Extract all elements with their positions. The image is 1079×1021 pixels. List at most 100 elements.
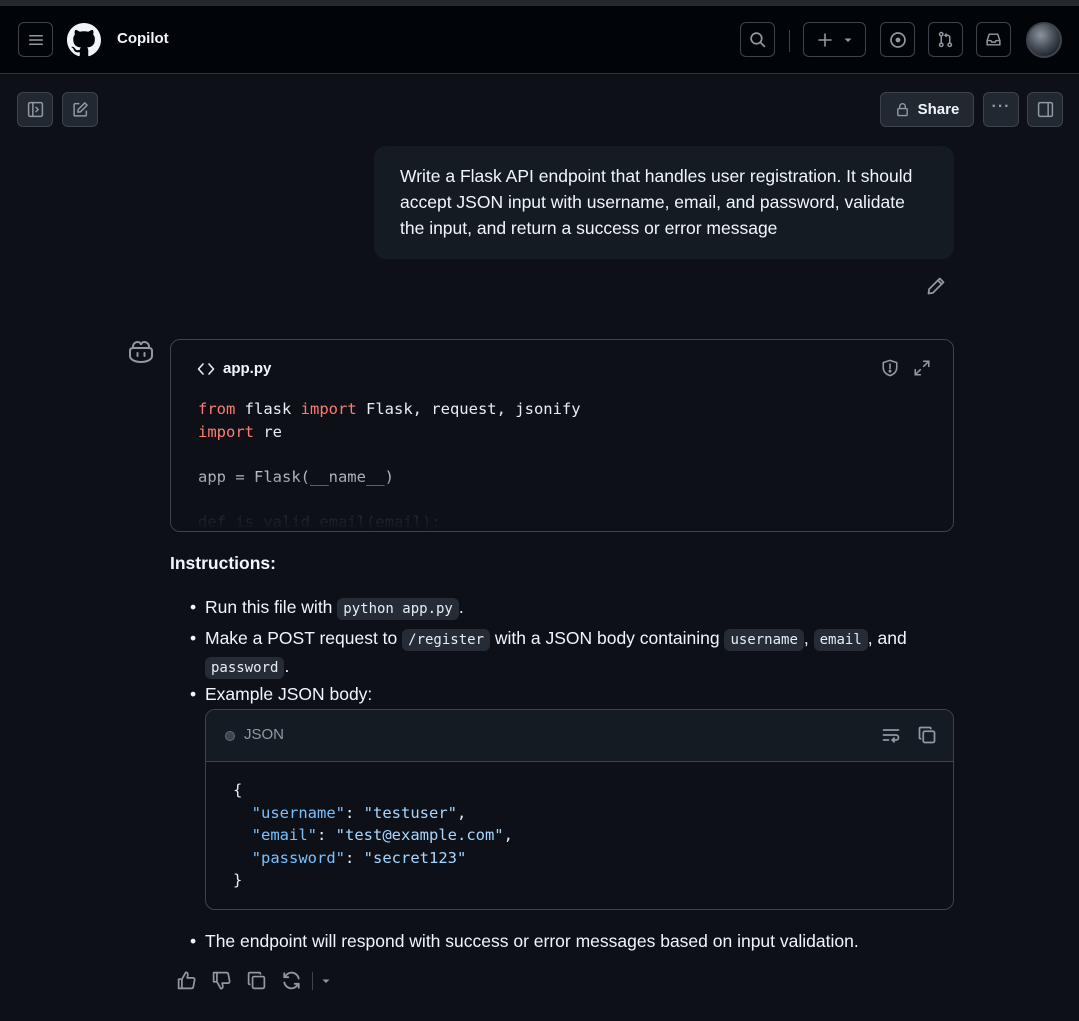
- action-divider: [312, 971, 313, 990]
- json-code-block: JSON { "username": "testuser", "email": …: [205, 709, 954, 910]
- expand-icon[interactable]: [913, 359, 931, 377]
- bullet-text: Run this file with: [205, 597, 338, 617]
- inline-code: python app.py: [337, 598, 459, 620]
- inline-code: email: [813, 629, 868, 651]
- kebab-icon: ···: [991, 97, 1011, 115]
- bullet-text: .: [458, 597, 464, 617]
- code-fade-overlay: [171, 461, 953, 531]
- search-button[interactable]: [740, 22, 775, 57]
- code-token: "email": [251, 826, 317, 844]
- menu-icon: [28, 34, 43, 45]
- code-token: "password": [251, 848, 345, 867]
- more-options-button[interactable]: ···: [983, 92, 1019, 127]
- inbox-icon: [986, 33, 1001, 46]
- file-card-header: app.py: [197, 360, 271, 377]
- chevron-down-icon[interactable]: [321, 976, 331, 986]
- bullet-text: The endpoint will respond with success o…: [205, 931, 859, 951]
- app-title[interactable]: Copilot: [117, 30, 169, 47]
- bullet-dot: •: [190, 931, 197, 951]
- code-block-actions: [881, 725, 937, 745]
- global-header: Copilot: [0, 6, 1079, 74]
- instructions-heading: Instructions:: [170, 553, 276, 573]
- create-new-button[interactable]: [803, 22, 866, 57]
- word-wrap-icon[interactable]: [881, 725, 901, 745]
- pull-requests-button[interactable]: [928, 22, 963, 57]
- code-line: "password": "secret123": [233, 847, 513, 870]
- regenerate-icon[interactable]: [281, 970, 302, 991]
- pull-request-icon: [938, 31, 953, 48]
- share-label: Share: [917, 101, 960, 118]
- code-token: "test@example.com": [335, 826, 504, 844]
- code-line: {: [233, 779, 513, 802]
- bullet-text: , and: [867, 628, 907, 648]
- inline-code: username: [724, 629, 804, 651]
- code-line: }: [233, 869, 513, 892]
- toggle-panel-button[interactable]: [1027, 92, 1063, 127]
- copilot-icon: [127, 340, 155, 369]
- sidebar-right-icon: [1037, 101, 1053, 118]
- code-token: "username": [251, 803, 345, 822]
- bullet-dot: •: [190, 628, 197, 648]
- code-token: {: [233, 781, 243, 799]
- code-token: import: [300, 400, 357, 418]
- thumbs-down-icon[interactable]: [211, 970, 232, 991]
- header-divider: [789, 30, 790, 52]
- bullet-text: .: [284, 656, 290, 676]
- github-logo[interactable]: [67, 23, 101, 62]
- inline-code: password: [205, 657, 285, 679]
- copy-response-icon[interactable]: [246, 970, 267, 991]
- code-line: "username": "testuser",: [233, 802, 513, 825]
- code-token: re: [254, 422, 282, 441]
- code-token: :: [317, 826, 336, 844]
- share-button[interactable]: Share: [880, 92, 974, 127]
- inline-code: /register: [402, 629, 490, 651]
- user-message: Write a Flask API endpoint that handles …: [374, 146, 954, 259]
- issues-button[interactable]: [880, 22, 915, 57]
- code-token: }: [233, 871, 243, 889]
- issues-icon: [889, 31, 906, 48]
- bullet-text: Example JSON body:: [205, 684, 373, 704]
- lock-icon: [896, 103, 908, 117]
- file-name[interactable]: app.py: [223, 360, 271, 377]
- search-icon: [750, 32, 766, 48]
- menu-button[interactable]: [18, 22, 53, 57]
- code-token: from: [198, 400, 236, 418]
- new-conversation-button[interactable]: [62, 92, 98, 127]
- chevron-down-icon: [844, 38, 851, 42]
- bullet-dot: •: [190, 684, 197, 704]
- code-file-card[interactable]: app.py from flask import Flask, request,…: [170, 339, 954, 532]
- code-line: "email": "test@example.com",: [233, 824, 513, 847]
- code-line: import re: [198, 421, 581, 444]
- toggle-sidebar-button[interactable]: [17, 92, 53, 127]
- user-message-text: Write a Flask API endpoint that handles …: [400, 166, 913, 238]
- list-item: • Run this file with python app.py.: [190, 594, 464, 622]
- sidebar-expand-icon: [27, 101, 43, 118]
- thumbs-up-icon[interactable]: [176, 970, 197, 991]
- code-token: :: [345, 848, 364, 867]
- code-token: Flask, request, jsonify: [356, 400, 581, 418]
- list-item: • Example JSON body:: [190, 681, 372, 707]
- shield-icon[interactable]: [881, 359, 899, 377]
- avatar[interactable]: [1026, 22, 1062, 58]
- code-token: ,: [503, 826, 513, 844]
- list-item: • Make a POST request to /register with …: [190, 625, 930, 681]
- edit-message-button[interactable]: [926, 276, 946, 301]
- inbox-button[interactable]: [976, 22, 1011, 57]
- code-token: flask: [235, 400, 301, 418]
- code-token: "testuser": [363, 803, 457, 822]
- bullet-dot: •: [190, 597, 197, 617]
- code-token: import: [198, 422, 254, 441]
- file-card-actions: [881, 359, 931, 377]
- code-token: ,: [457, 803, 467, 822]
- bullet-text: Make a POST request to: [205, 628, 403, 648]
- bullet-text: ,: [803, 628, 809, 648]
- code-token: "secret123": [363, 848, 467, 867]
- compose-icon: [72, 102, 88, 117]
- code-line: from flask import Flask, request, jsonif…: [198, 398, 581, 421]
- plus-icon: [817, 32, 832, 47]
- copy-icon[interactable]: [917, 725, 937, 745]
- code-icon: [197, 362, 215, 375]
